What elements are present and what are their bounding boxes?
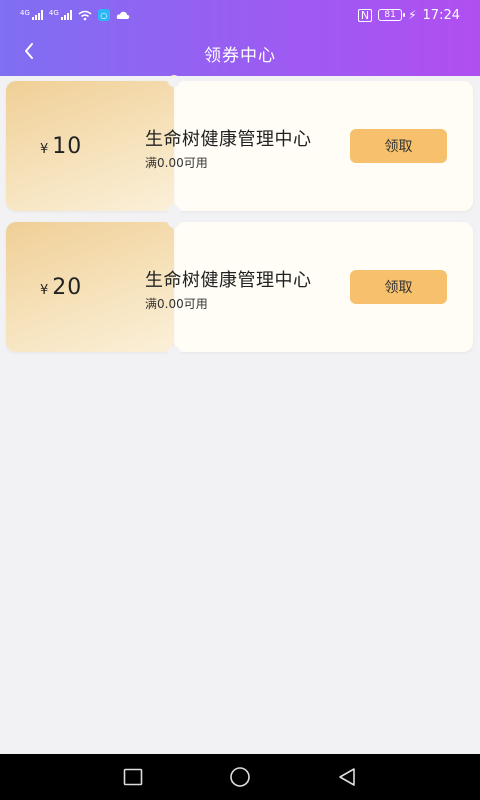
- square-icon: [124, 768, 143, 786]
- coupon-amount: ¥ 10: [40, 134, 82, 159]
- coupon-condition: 满0.00可用: [145, 156, 208, 170]
- recent-apps-button[interactable]: [113, 762, 153, 792]
- currency-symbol: ¥: [40, 141, 49, 157]
- coupon-amount: ¥ 20: [40, 275, 82, 300]
- system-back-button[interactable]: [327, 762, 367, 792]
- coupon-card: ¥ 20 生命树健康管理中心 满0.00可用 领取: [6, 216, 473, 358]
- coupon-value: 10: [52, 133, 83, 159]
- nav-bar: 领券中心: [0, 30, 480, 76]
- cell-signal-1-icon: 4G: [20, 10, 43, 20]
- status-right: N 81 ⚡ 17:24: [357, 7, 460, 23]
- status-left: 4G 4G ○: [20, 9, 130, 21]
- nfc-icon: N: [357, 8, 373, 22]
- search-app-icon: ○: [97, 9, 110, 21]
- claim-button[interactable]: 领取: [350, 270, 447, 304]
- system-navigation-bar: [0, 754, 480, 800]
- coupon-card: ¥ 10 生命树健康管理中心 满0.00可用 领取: [6, 75, 473, 217]
- coupon-notch-bottom: [168, 346, 180, 358]
- wifi-icon: [78, 10, 92, 20]
- home-button[interactable]: [220, 762, 260, 792]
- circle-icon: [230, 767, 250, 787]
- coupon-notch-top: [168, 75, 180, 87]
- coupon-merchant-name: 生命树健康管理中心: [145, 270, 312, 291]
- coupon-value: 20: [52, 274, 83, 300]
- signal-2-tag: 4G: [48, 9, 59, 17]
- battery-icon: 81: [378, 9, 406, 21]
- cloud-icon: [116, 11, 130, 19]
- status-time: 17:24: [422, 7, 460, 23]
- coupon-merchant-name: 生命树健康管理中心: [145, 129, 312, 150]
- charging-icon: ⚡: [408, 8, 417, 22]
- status-bar: 4G 4G ○ N 81 ⚡ 17:24: [0, 0, 480, 30]
- page-title: 领券中心: [204, 45, 276, 66]
- coupon-notch-top: [168, 216, 180, 228]
- cell-signal-2-icon: 4G: [49, 10, 72, 20]
- back-button[interactable]: [14, 36, 44, 66]
- claim-button[interactable]: 领取: [350, 129, 447, 163]
- coupon-condition: 满0.00可用: [145, 297, 208, 311]
- signal-1-tag: 4G: [20, 9, 30, 17]
- currency-symbol: ¥: [40, 282, 49, 298]
- app-header: 4G 4G ○ N 81 ⚡ 17:24 领券中心: [0, 0, 480, 76]
- triangle-back-icon: [338, 768, 355, 786]
- chevron-left-icon: [25, 43, 33, 59]
